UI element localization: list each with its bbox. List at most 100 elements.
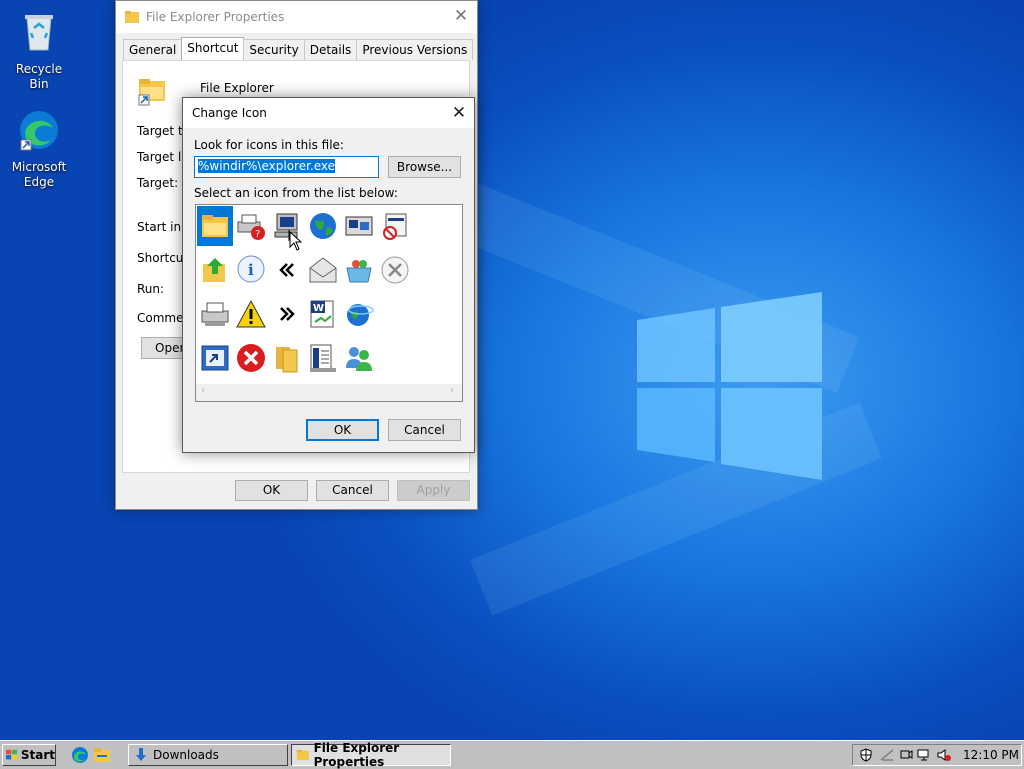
properties-tabs: General Shortcut Security Details Previo… [123,37,474,62]
folder-icon [296,749,309,761]
cancel-button[interactable]: Cancel [316,480,389,501]
select-icon-label: Select an icon from the list below: [194,186,398,200]
security-shield-icon[interactable] [859,748,873,762]
svg-text:?: ? [255,229,260,240]
item-name: File Explorer [200,81,274,95]
system-tray: 12:10 PM [852,744,1022,766]
desktop-icon-label: Microsoft [11,160,67,174]
windows-logo [637,292,822,480]
tab-details[interactable]: Details [303,39,358,60]
tab-security[interactable]: Security [243,39,305,60]
basket-icon [346,260,372,283]
edge-icon [20,111,58,151]
icon-option[interactable] [197,250,233,290]
file-explorer-icon [138,79,165,106]
icon-option[interactable] [305,338,341,378]
folder-pair-icon [276,347,298,373]
globe-network-icon [347,304,374,326]
icon-option[interactable] [197,294,233,334]
icon-list[interactable]: ? i W ‹ › [195,204,463,402]
icon-option[interactable] [197,206,233,246]
server-list-icon [310,344,336,372]
apply-button: Apply [397,480,470,501]
icon-option[interactable] [233,338,269,378]
folder-icon [202,215,228,237]
change-icon-titlebar[interactable]: Change Icon [183,98,474,128]
icon-option[interactable] [377,250,413,290]
word-document-icon: W [310,300,334,328]
taskbar-downloads-button[interactable]: Downloads [128,744,288,766]
properties-titlebar[interactable]: File Explorer Properties [116,1,477,33]
change-icon-title: Change Icon [192,106,267,120]
tab-previous-versions[interactable]: Previous Versions [356,39,474,60]
info-icon: i [237,255,265,283]
properties-title: File Explorer Properties [146,10,285,24]
dialog-cancel-button[interactable]: Cancel [388,419,461,441]
download-arrow-icon [136,748,146,761]
envelope-icon [309,257,337,283]
start-button[interactable]: Start [2,744,56,766]
icon-file-path-input[interactable]: %windir%\explorer.exe [194,156,379,178]
refresh-window-icon [201,345,229,371]
recycle-bin-icon [25,15,53,51]
path-value: %windir%\explorer.exe [198,159,336,173]
taskbar: Start Downloads File Explorer Properties [0,740,1024,769]
blocked-window-icon [383,213,407,240]
desktop-icon-microsoft-edge[interactable]: Microsoft Edge [7,108,71,190]
icon-option[interactable] [305,206,341,246]
network-status-icon[interactable] [879,748,895,762]
dialog-ok-button[interactable]: OK [306,419,379,441]
file-explorer-icon[interactable] [93,747,111,763]
start-in-label: Start in: [137,220,186,234]
icon-option[interactable] [341,294,377,334]
desktop-icon-recycle-bin[interactable]: Recycle Bin [7,10,71,92]
icon-option[interactable] [305,250,341,290]
network-window-icon [345,216,373,236]
icon-option[interactable] [377,206,413,246]
active-window-label: File Explorer Properties [313,741,400,769]
icon-option[interactable] [233,294,269,334]
close-button[interactable]: ✕ [444,98,474,128]
folder-icon [125,11,139,23]
icon-option[interactable] [269,294,305,334]
change-icon-dialog: Change Icon ✕ Look for icons in this fil… [182,97,475,453]
svg-text:i: i [248,261,254,279]
forward-arrows-icon [280,307,295,321]
taskbar-properties-button[interactable]: File Explorer Properties [291,741,451,769]
webcam-icon[interactable] [899,748,913,762]
icon-option[interactable] [269,250,305,290]
volume-muted-icon[interactable] [936,748,952,762]
icon-option[interactable]: W [305,294,341,334]
edge-icon[interactable] [71,746,89,764]
target-label: Target: [137,176,179,190]
icon-option[interactable]: ? [233,206,269,246]
desktop-icon-label: Edge [23,175,55,189]
ok-button[interactable]: OK [235,480,308,501]
downloads-label: Downloads [153,748,219,762]
scroll-right-icon[interactable]: › [450,385,454,396]
icon-option[interactable] [197,338,233,378]
printer-icon [201,302,229,326]
icon-option[interactable] [269,338,305,378]
tab-general[interactable]: General [123,39,183,60]
scroll-left-icon[interactable]: ‹ [201,385,205,396]
icon-option[interactable]: i [233,250,269,290]
svg-text:W: W [313,303,324,314]
browse-button[interactable]: Browse... [388,156,461,178]
icon-option[interactable] [341,250,377,290]
look-for-icons-label: Look for icons in this file: [194,138,344,152]
icon-list-scrollbar[interactable]: ‹ › [196,384,462,401]
folder-up-arrow-icon [203,258,225,282]
windows-flag-icon [6,749,18,760]
start-label: Start [20,748,55,762]
rewind-arrows-icon [279,263,294,277]
globe-icon [310,213,336,239]
icon-option[interactable] [341,206,377,246]
printer-help-icon: ? [237,214,265,240]
icon-option[interactable] [341,338,377,378]
clock[interactable]: 12:10 PM [963,748,1019,762]
close-button[interactable]: ✕ [446,1,476,31]
warning-icon [236,299,266,328]
computer-network-icon[interactable] [917,748,933,762]
tab-shortcut[interactable]: Shortcut [181,37,245,62]
